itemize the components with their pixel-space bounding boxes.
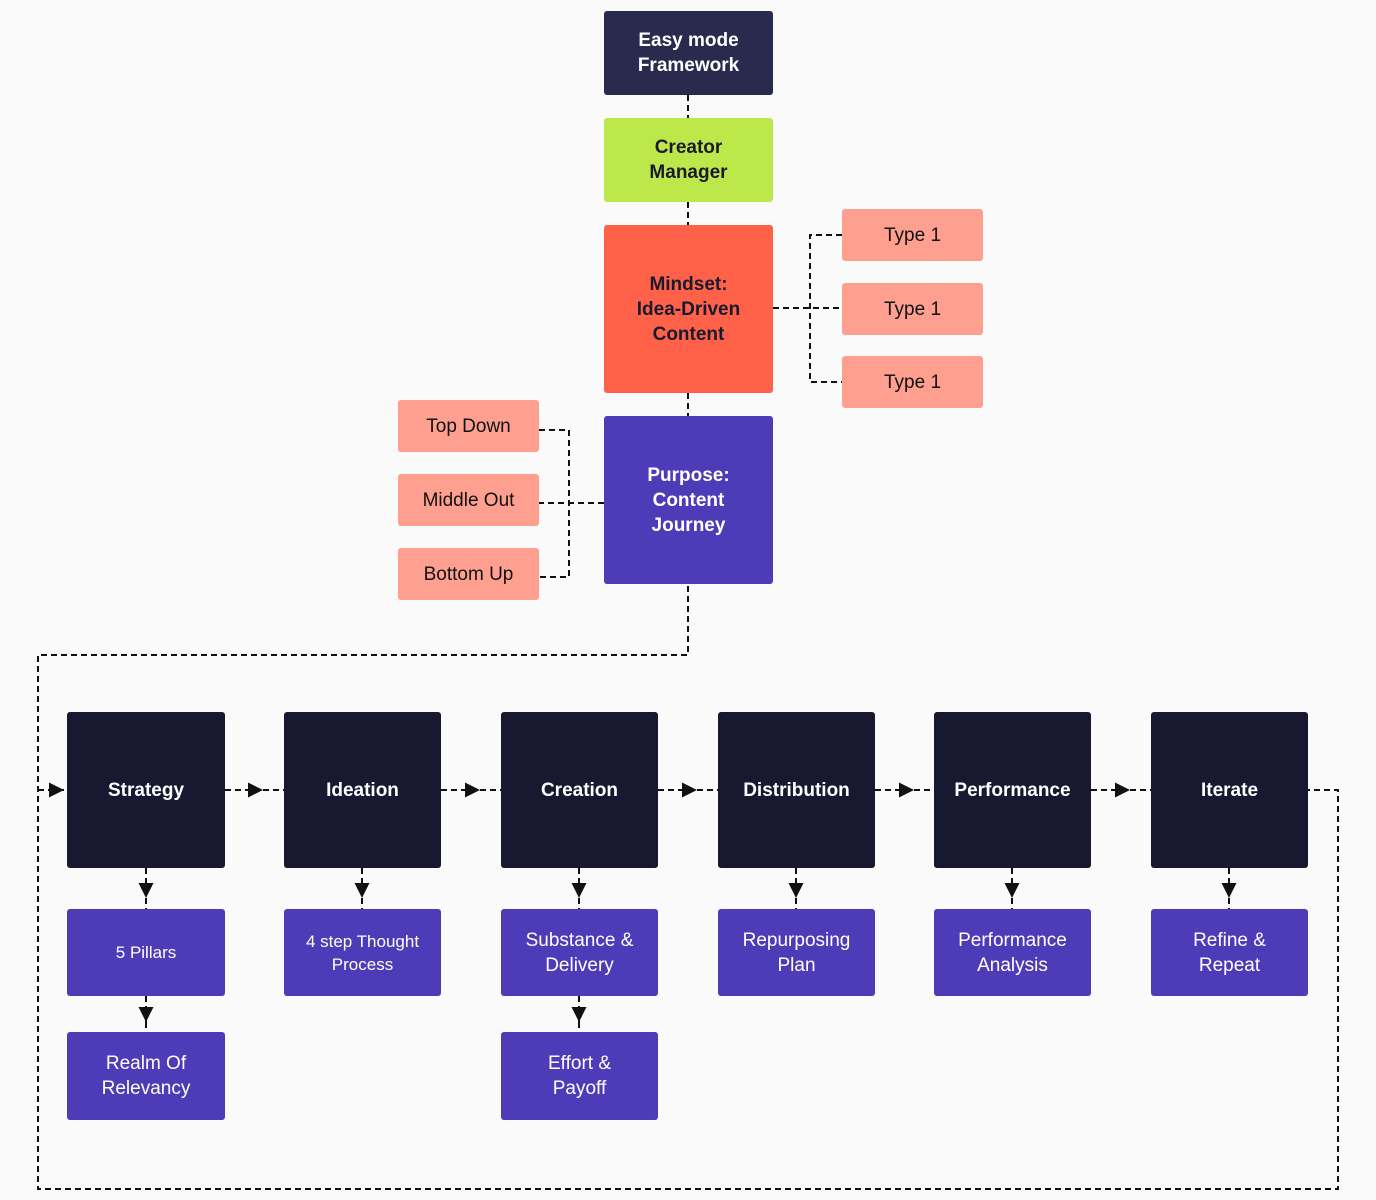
- stage-strategy[interactable]: Strategy: [67, 712, 225, 868]
- substep-performance-analysis[interactable]: Performance Analysis: [934, 909, 1091, 996]
- stage-performance[interactable]: Performance: [934, 712, 1091, 868]
- stage-distribution[interactable]: Distribution: [718, 712, 875, 868]
- connector-purpose-loop: [37, 556, 1339, 1190]
- mindset-type-node[interactable]: Type 1: [842, 209, 983, 261]
- stage-creation[interactable]: Creation: [501, 712, 658, 868]
- stage-iterate[interactable]: Iterate: [1151, 712, 1308, 868]
- creator-manager-node[interactable]: Creator Manager: [604, 118, 773, 202]
- substep-4-step-thought-process[interactable]: 4 step Thought Process: [284, 909, 441, 996]
- substep-effort-payoff[interactable]: Effort & Payoff: [501, 1032, 658, 1120]
- substep-5-pillars[interactable]: 5 Pillars: [67, 909, 225, 996]
- option-bottom-up[interactable]: Bottom Up: [398, 548, 539, 600]
- option-top-down[interactable]: Top Down: [398, 400, 539, 452]
- substep-refine-repeat[interactable]: Refine & Repeat: [1151, 909, 1308, 996]
- mindset-type-node[interactable]: Type 1: [842, 356, 983, 408]
- stage-ideation[interactable]: Ideation: [284, 712, 441, 868]
- mindset-node[interactable]: Mindset: Idea-Driven Content: [604, 225, 773, 393]
- framework-node[interactable]: Easy mode Framework: [604, 11, 773, 95]
- purpose-node[interactable]: Purpose: Content Journey: [604, 416, 773, 584]
- substep-substance-delivery[interactable]: Substance & Delivery: [501, 909, 658, 996]
- option-middle-out[interactable]: Middle Out: [398, 474, 539, 526]
- mindset-type-node[interactable]: Type 1: [842, 283, 983, 335]
- substep-repurposing-plan[interactable]: Repurposing Plan: [718, 909, 875, 996]
- substep-realm-of-relevancy[interactable]: Realm Of Relevancy: [67, 1032, 225, 1120]
